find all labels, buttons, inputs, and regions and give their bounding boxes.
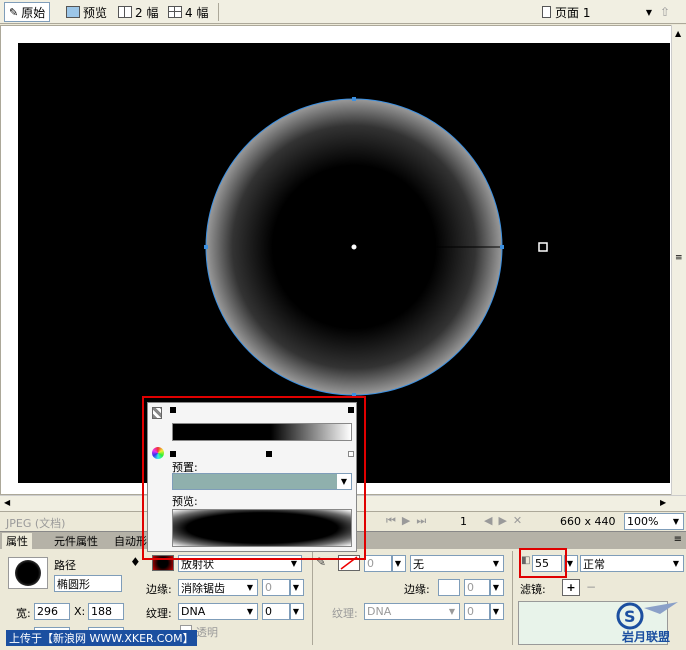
texture-select[interactable]: DNA ▼ <box>178 603 258 620</box>
image-icon <box>66 6 80 18</box>
stroke-edge-amount-field[interactable]: 0 <box>464 579 490 596</box>
svg-text:S: S <box>624 607 636 626</box>
scroll-left-icon[interactable]: ◀ <box>4 498 10 507</box>
selection-handle-top[interactable] <box>352 97 356 101</box>
stroke-texture-amount-field[interactable]: 0 <box>464 603 490 620</box>
dropdown-arrow-icon: ▼ <box>492 607 500 616</box>
fireworks-window: ✎ 原始 预览 2 幅 4 幅 页面 1 ▼ ⇧ ▲ ≡ ◀ ▶ JPEG (文… <box>0 0 686 650</box>
edge-amount-stepper[interactable]: ▼ <box>290 579 304 596</box>
preview-view-button[interactable]: 预览 <box>62 2 111 22</box>
dropdown-arrow-icon: ▼ <box>492 559 500 568</box>
dropdown-arrow-icon: ▼ <box>394 559 402 568</box>
frame-controls[interactable]: ⏮▶⏭ <box>386 514 432 528</box>
scroll-right-icon[interactable]: ▶ <box>660 498 666 507</box>
panel-menu-icon[interactable]: ≡ <box>674 534 682 545</box>
x-field[interactable]: 188 <box>88 603 124 620</box>
document-type-label: JPEG (文档) <box>6 517 66 530</box>
highlight-gradient-editor <box>142 396 366 560</box>
toolbar-divider <box>218 3 219 21</box>
stroke-edge-field[interactable] <box>438 579 460 596</box>
gradient-center-handle[interactable] <box>350 243 358 251</box>
texture-amount-stepper[interactable]: ▼ <box>290 603 304 620</box>
selection-handle-right[interactable] <box>500 245 504 249</box>
frame-nav-controls[interactable]: ◀▶✕ <box>484 514 528 527</box>
edge-amount-field[interactable]: 0 <box>262 579 290 596</box>
four-up-icon <box>168 6 182 18</box>
blend-mode-select[interactable]: 正常 ▼ <box>580 555 684 572</box>
document-toolbar: ✎ 原始 预览 2 幅 4 幅 页面 1 ▼ ⇧ <box>0 0 686 24</box>
add-filter-button[interactable]: + <box>562 579 580 596</box>
two-up-icon <box>118 6 132 18</box>
fill-bucket-icon: ♦ <box>130 555 141 569</box>
dropdown-arrow-icon: ▼ <box>672 559 680 568</box>
pencil-icon: ✎ <box>9 5 19 19</box>
watermark-logo: S 岩月联盟 <box>600 600 680 646</box>
section-divider <box>312 551 313 645</box>
selection-handle-left[interactable] <box>204 245 208 249</box>
dropdown-arrow-icon: ▼ <box>246 583 254 592</box>
canvas-size-label: 660 x 440 <box>560 515 616 528</box>
section-divider <box>512 551 513 645</box>
object-name-field[interactable]: 椭圆形 <box>54 575 122 592</box>
dropdown-arrow-icon: ▼ <box>672 517 680 526</box>
page-select[interactable]: 页面 1 ▼ <box>542 3 652 21</box>
highlight-opacity <box>519 548 567 578</box>
watermark-text: 上传于【新浪网 WWW.XKER.COM】 <box>6 630 197 646</box>
tab-symbol-properties[interactable]: 元件属性 <box>50 533 102 549</box>
object-thumbnail <box>8 557 48 589</box>
page-icon <box>542 6 551 18</box>
remove-filter-button[interactable]: − <box>586 580 596 594</box>
object-type: 路径 <box>54 559 76 572</box>
dropdown-arrow-icon: ▼ <box>645 7 652 17</box>
right-scrollbar[interactable]: ▲ ≡ <box>671 25 686 495</box>
original-view-button[interactable]: ✎ 原始 <box>4 2 51 22</box>
stroke-size-stepper[interactable]: ▼ <box>392 555 406 572</box>
tab-properties[interactable]: 属性 <box>2 533 32 549</box>
frame-number: 1 <box>460 515 467 528</box>
logo-text: 岩月联盟 <box>622 630 671 644</box>
stroke-type-select[interactable]: 无 ▼ <box>410 555 504 572</box>
zoom-select[interactable]: 100% ▼ <box>624 513 684 530</box>
two-up-view-button[interactable]: 2 幅 <box>114 2 162 22</box>
stroke-texture-select[interactable]: DNA ▼ <box>364 603 460 620</box>
dropdown-arrow-icon: ▼ <box>292 583 300 592</box>
ellipse-thumbnail <box>15 560 41 586</box>
texture-amount-field[interactable]: 0 <box>262 603 290 620</box>
dropdown-arrow-icon: ▼ <box>246 607 254 616</box>
stroke-size-field[interactable]: 0 <box>364 555 392 572</box>
stroke-texture-stepper[interactable]: ▼ <box>490 603 504 620</box>
upload-icon[interactable]: ⇧ <box>656 2 674 22</box>
dropdown-arrow-icon: ▼ <box>492 583 500 592</box>
dropdown-arrow-icon: ▼ <box>448 607 456 616</box>
dropdown-arrow-icon: ▼ <box>292 607 300 616</box>
four-up-view-button[interactable]: 4 幅 <box>164 2 212 22</box>
gradient-end-handle[interactable] <box>538 242 548 252</box>
width-field[interactable]: 296 <box>34 603 70 620</box>
stroke-edge-stepper[interactable]: ▼ <box>490 579 504 596</box>
scroll-grip-icon: ≡ <box>675 253 683 263</box>
edge-select[interactable]: 消除锯齿 ▼ <box>178 579 258 596</box>
scroll-up-icon[interactable]: ▲ <box>675 29 681 38</box>
